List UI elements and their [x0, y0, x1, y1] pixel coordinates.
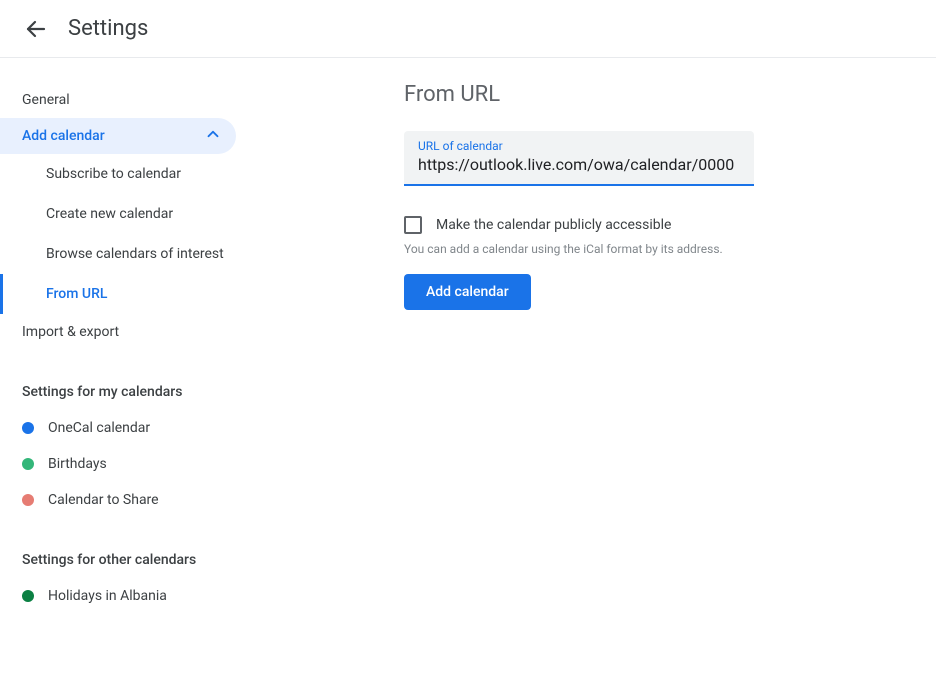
calendar-label: Calendar to Share	[48, 492, 159, 508]
color-dot-icon	[22, 590, 34, 602]
sidebar-calendar-birthdays[interactable]: Birthdays	[0, 446, 280, 482]
sidebar-item-create-new[interactable]: Create new calendar	[0, 194, 280, 234]
add-calendar-button[interactable]: Add calendar	[404, 274, 531, 310]
sidebar-item-add-calendar[interactable]: Add calendar	[0, 118, 236, 154]
main-content: From URL URL of calendar https://outlook…	[280, 58, 920, 638]
sidebar-section-my-calendars: Settings for my calendars	[0, 374, 280, 410]
sidebar-calendar-share[interactable]: Calendar to Share	[0, 482, 280, 518]
color-dot-icon	[22, 458, 34, 470]
sidebar-calendar-holidays-albania[interactable]: Holidays in Albania	[0, 578, 280, 614]
sidebar-item-general[interactable]: General	[0, 82, 280, 118]
sidebar-item-import-export[interactable]: Import & export	[0, 314, 280, 350]
header: Settings	[0, 0, 936, 58]
sidebar-item-browse[interactable]: Browse calendars of interest	[0, 234, 280, 274]
url-input[interactable]: https://outlook.live.com/owa/calendar/00…	[418, 155, 740, 174]
back-arrow-icon[interactable]	[24, 17, 48, 41]
calendar-label: OneCal calendar	[48, 420, 150, 436]
sidebar-item-from-url[interactable]: From URL	[0, 274, 280, 314]
public-checkbox-row: Make the calendar publicly accessible	[404, 216, 896, 234]
page-title: Settings	[68, 16, 148, 41]
calendar-label: Holidays in Albania	[48, 588, 167, 604]
color-dot-icon	[22, 494, 34, 506]
section-title: From URL	[404, 82, 896, 107]
url-input-field[interactable]: URL of calendar https://outlook.live.com…	[404, 131, 754, 186]
sidebar-item-label: Add calendar	[22, 128, 105, 144]
sidebar: General Add calendar Subscribe to calend…	[0, 58, 280, 638]
color-dot-icon	[22, 422, 34, 434]
calendar-label: Birthdays	[48, 456, 107, 472]
sidebar-subgroup: Subscribe to calendar Create new calenda…	[0, 154, 280, 314]
input-label: URL of calendar	[418, 139, 740, 153]
hint-text: You can add a calendar using the iCal fo…	[404, 242, 896, 256]
chevron-up-icon	[204, 125, 222, 147]
sidebar-item-subscribe[interactable]: Subscribe to calendar	[0, 154, 280, 194]
sidebar-section-other-calendars: Settings for other calendars	[0, 542, 280, 578]
public-checkbox[interactable]	[404, 216, 422, 234]
checkbox-label: Make the calendar publicly accessible	[436, 217, 671, 233]
sidebar-calendar-onecal[interactable]: OneCal calendar	[0, 410, 280, 446]
